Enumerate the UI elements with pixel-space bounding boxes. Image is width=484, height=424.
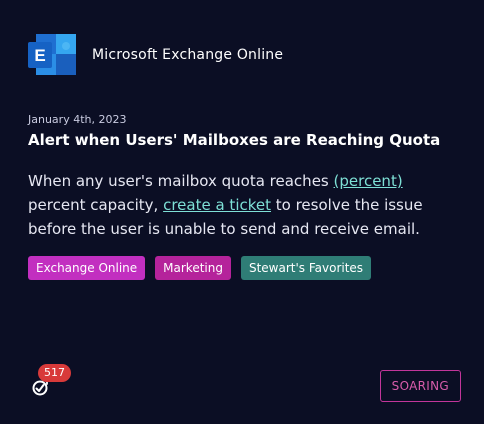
tag-list: Exchange Online Marketing Stewart's Favo…	[28, 256, 372, 280]
automation-card: E Microsoft Exchange Online January 4th,…	[0, 0, 484, 424]
post-title: Alert when Users' Mailboxes are Reaching…	[28, 131, 441, 149]
tag-exchange-online[interactable]: Exchange Online	[28, 256, 146, 280]
description-text: When any user's mailbox quota reaches	[28, 172, 334, 190]
create-ticket-link[interactable]: create a ticket	[163, 196, 271, 214]
vote-widget: 517	[30, 364, 71, 404]
status-badge: SOARING	[379, 370, 461, 402]
post-date: January 4th, 2023	[28, 113, 127, 126]
exchange-logo-icon: E	[28, 34, 76, 76]
vote-count-badge: 517	[38, 364, 71, 382]
card-header: E Microsoft Exchange Online	[28, 34, 283, 76]
tag-stewarts-favorites[interactable]: Stewart's Favorites	[240, 256, 372, 280]
tag-marketing[interactable]: Marketing	[155, 256, 231, 280]
percent-link[interactable]: (percent)	[334, 172, 403, 190]
app-name: Microsoft Exchange Online	[92, 47, 284, 63]
description-text: percent capacity,	[28, 196, 164, 214]
svg-text:E: E	[34, 46, 45, 65]
post-description: When any user's mailbox quota reaches (p…	[28, 169, 458, 241]
